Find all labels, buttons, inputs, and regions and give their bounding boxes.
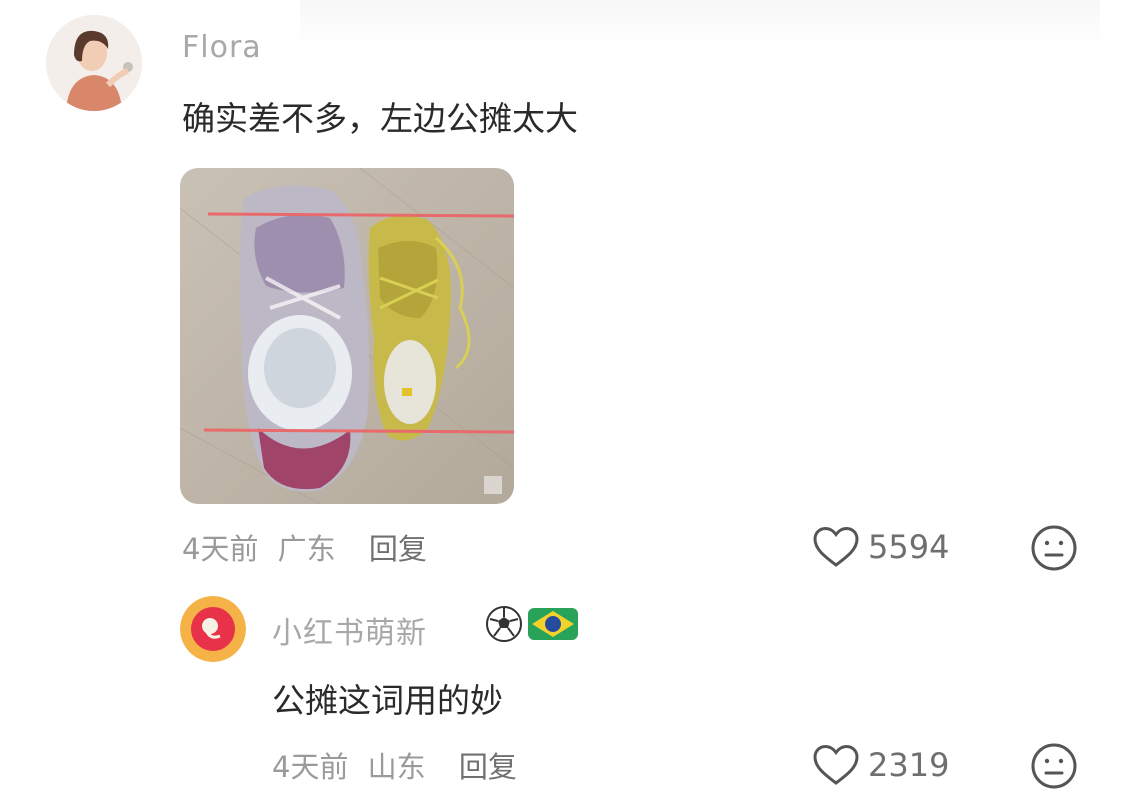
reply-meta: 4天前 山东 回复	[272, 744, 517, 786]
user-avatar-illustration	[180, 596, 246, 662]
user-avatar-illustration	[46, 15, 142, 111]
emoji-icon[interactable]	[1030, 742, 1078, 790]
brazil-flag-icon	[528, 608, 578, 640]
reply-button[interactable]: 回复	[369, 532, 427, 566]
comment-location: 广东	[277, 532, 336, 566]
heart-icon	[813, 744, 859, 785]
reply-reply-button[interactable]: 回复	[459, 750, 517, 784]
reply-time: 4天前	[272, 750, 349, 784]
like-count: 2319	[868, 746, 950, 784]
reply-username[interactable]: 小红书萌新	[272, 608, 427, 652]
emoji-icon[interactable]	[1030, 524, 1078, 572]
reply-avatar[interactable]	[180, 596, 246, 662]
comment-image[interactable]	[180, 168, 514, 504]
reply-text: 公摊这词用的妙	[272, 681, 503, 720]
comment-meta: 4天前 广东 回复	[182, 526, 427, 568]
user-badges	[484, 604, 580, 644]
comment-time: 4天前	[182, 532, 259, 566]
heart-icon	[813, 526, 859, 567]
reply-like-button[interactable]: 2319	[812, 744, 949, 786]
soccer-ball-icon	[486, 606, 522, 642]
like-button[interactable]: 5594	[812, 526, 949, 568]
comment-text: 确实差不多，左边公摊太大	[182, 99, 578, 138]
comment-username[interactable]: Flora	[182, 30, 262, 65]
shoes-photo	[180, 168, 514, 504]
previous-content-fade	[300, 0, 1100, 50]
avatar[interactable]	[46, 15, 142, 111]
reply-location: 山东	[367, 750, 426, 784]
like-count: 5594	[868, 528, 950, 566]
